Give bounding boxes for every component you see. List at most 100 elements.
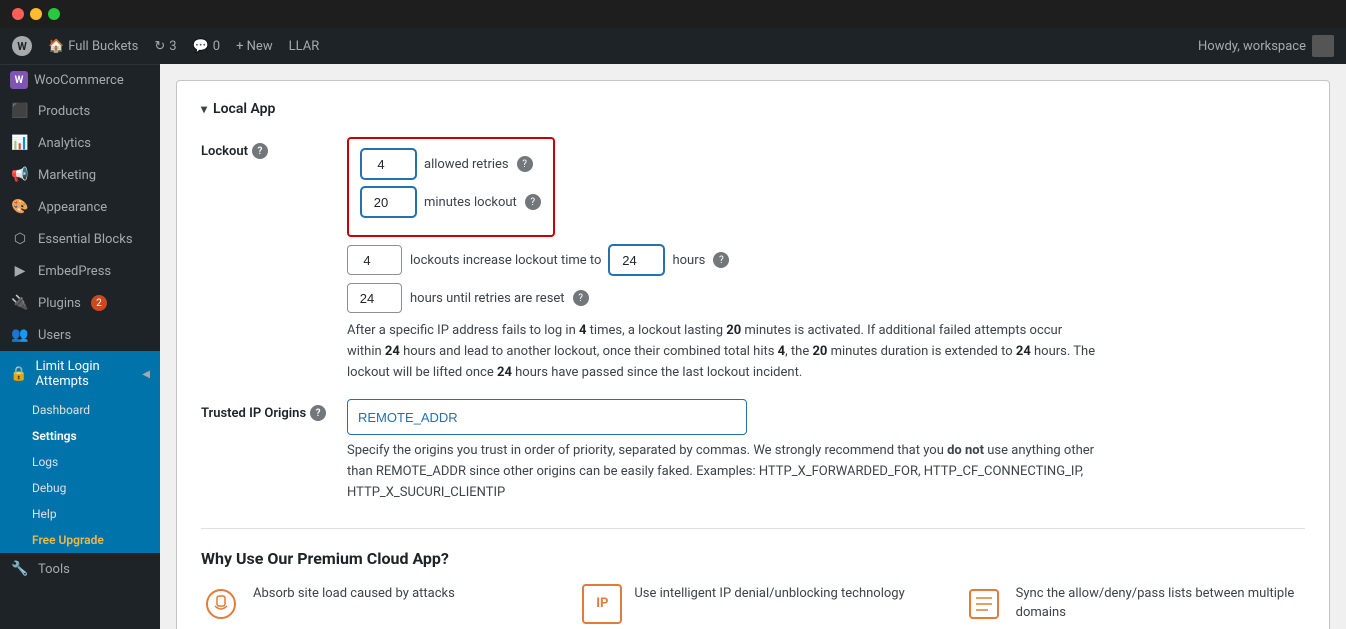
plugins-badge: 2 xyxy=(91,295,107,311)
update-count: 3 xyxy=(169,39,176,54)
sidebar-item-label: Essential Blocks xyxy=(38,232,133,247)
comments-icon: 💬 xyxy=(193,39,209,54)
products-icon: ⬛ xyxy=(10,103,30,119)
trusted-ip-help-icon[interactable]: ? xyxy=(310,405,326,421)
sidebar-item-embedpress[interactable]: ▶ EmbedPress xyxy=(0,255,160,287)
limit-login-icon: 🔒 xyxy=(10,366,27,382)
trusted-ip-input[interactable] xyxy=(347,399,747,435)
sidebar: W WooCommerce ⬛ Products 📊 Analytics 📢 M… xyxy=(0,64,160,629)
admin-bar-comments[interactable]: 💬 0 xyxy=(193,39,221,54)
home-icon: 🏠 xyxy=(48,39,64,54)
section-collapse-arrow[interactable]: ▾ xyxy=(201,102,207,116)
sidebar-item-label: Users xyxy=(38,328,71,343)
reset-help-icon[interactable]: ? xyxy=(573,290,589,306)
main-content: ▾ Local App Lockout ? allowed retries ? xyxy=(160,64,1346,629)
lockout-label: Lockout ? xyxy=(201,137,331,159)
close-dot[interactable] xyxy=(12,8,24,20)
maximize-dot[interactable] xyxy=(48,8,60,20)
lockouts-input[interactable] xyxy=(347,245,402,275)
settings-card: ▾ Local App Lockout ? allowed retries ? xyxy=(176,80,1330,629)
layout: W WooCommerce ⬛ Products 📊 Analytics 📢 M… xyxy=(0,64,1346,629)
sync-text: Sync the allow/deny/pass lists between m… xyxy=(1016,584,1305,623)
wp-logo[interactable]: W xyxy=(12,36,32,56)
sidebar-item-plugins[interactable]: 🔌 Plugins 2 xyxy=(0,287,160,319)
minutes-input[interactable] xyxy=(361,187,416,217)
embedpress-icon: ▶ xyxy=(10,263,30,279)
reset-hours-input[interactable] xyxy=(347,283,402,313)
sidebar-item-label: Analytics xyxy=(38,136,91,151)
admin-bar-llar[interactable]: LLAR xyxy=(289,39,320,54)
premium-section: Why Use Our Premium Cloud App? Absorb si… xyxy=(201,528,1305,624)
section-title: Local App xyxy=(213,101,275,117)
limit-login-submenu: Dashboard Settings Logs Debug Help Free … xyxy=(0,397,160,553)
retries-input[interactable] xyxy=(361,149,416,179)
reset-hours-label: hours until retries are reset xyxy=(410,291,565,306)
sidebar-item-label: EmbedPress xyxy=(38,264,111,279)
admin-bar-updates[interactable]: ↻ 3 xyxy=(154,39,176,54)
submenu-settings[interactable]: Settings xyxy=(0,423,160,449)
howdy-text: Howdy, workspace xyxy=(1198,39,1306,54)
section-header: ▾ Local App xyxy=(201,101,1305,117)
absorb-icon xyxy=(201,584,241,624)
sidebar-item-marketing[interactable]: 📢 Marketing xyxy=(0,159,160,191)
absorb-text: Absorb site load caused by attacks xyxy=(253,584,455,604)
updates-icon: ↻ xyxy=(154,39,165,54)
trusted-ip-row: Trusted IP Origins ? Specify the origins… xyxy=(201,399,1305,503)
sidebar-item-essential-blocks[interactable]: ⬡ Essential Blocks xyxy=(0,223,160,255)
lockout-controls: allowed retries ? minutes lockout ? lock… xyxy=(347,137,1305,383)
feature-sync: Sync the allow/deny/pass lists between m… xyxy=(964,584,1305,624)
retries-group: allowed retries ? xyxy=(361,149,541,179)
submenu-free-upgrade[interactable]: Free Upgrade xyxy=(0,527,160,553)
admin-bar-home[interactable]: 🏠 Full Buckets xyxy=(48,39,138,54)
hours-label: hours xyxy=(672,253,705,268)
submenu-dashboard[interactable]: Dashboard xyxy=(0,397,160,423)
sidebar-item-label: Appearance xyxy=(38,200,107,215)
lockout-row: Lockout ? allowed retries ? minutes lo xyxy=(201,137,1305,383)
sidebar-item-tools[interactable]: 🔧 Tools xyxy=(0,553,160,585)
analytics-icon: 📊 xyxy=(10,135,30,151)
sidebar-item-label: Limit Login Attempts xyxy=(35,359,134,389)
marketing-icon: 📢 xyxy=(10,167,30,183)
appearance-icon: 🎨 xyxy=(10,199,30,215)
lockouts-group: lockouts increase lockout time to hours … xyxy=(347,245,1305,275)
minutes-label: minutes lockout xyxy=(424,195,517,210)
minutes-help-icon[interactable]: ? xyxy=(525,194,541,210)
lockouts-label: lockouts increase lockout time to xyxy=(410,253,601,268)
submenu-help[interactable]: Help xyxy=(0,501,160,527)
essential-blocks-icon: ⬡ xyxy=(10,231,30,247)
submenu-logs[interactable]: Logs xyxy=(0,449,160,475)
woocommerce-label: WooCommerce xyxy=(34,73,124,88)
retries-help-icon[interactable]: ? xyxy=(517,156,533,172)
new-label: + New xyxy=(236,39,273,54)
trusted-ip-controls: Specify the origins you trust in order o… xyxy=(347,399,1305,503)
lockout-description: After a specific IP address fails to log… xyxy=(347,321,1097,383)
sidebar-item-label: Products xyxy=(38,104,90,119)
sidebar-item-users[interactable]: 👥 Users xyxy=(0,319,160,351)
avatar xyxy=(1312,35,1334,57)
howdy-section: Howdy, workspace xyxy=(1198,35,1334,57)
reset-group: hours until retries are reset ? xyxy=(347,283,1305,313)
feature-intelligent: IP Use intelligent IP denial/unblocking … xyxy=(582,584,923,624)
users-icon: 👥 xyxy=(10,327,30,343)
plugins-icon: 🔌 xyxy=(10,295,30,311)
sidebar-item-appearance[interactable]: 🎨 Appearance xyxy=(0,191,160,223)
sidebar-item-limit-login[interactable]: 🔒 Limit Login Attempts ◀ xyxy=(0,351,160,397)
ip-icon: IP xyxy=(582,584,622,624)
sidebar-item-analytics[interactable]: 📊 Analytics xyxy=(0,127,160,159)
llar-label: LLAR xyxy=(289,39,320,54)
feature-absorb: Absorb site load caused by attacks xyxy=(201,584,542,624)
admin-bar-new[interactable]: + New xyxy=(236,39,273,54)
submenu-debug[interactable]: Debug xyxy=(0,475,160,501)
sidebar-item-products[interactable]: ⬛ Products xyxy=(0,95,160,127)
lockout-help-icon[interactable]: ? xyxy=(252,143,268,159)
comments-count: 0 xyxy=(213,39,220,54)
hours-input[interactable] xyxy=(609,245,664,275)
woo-icon: W xyxy=(10,71,28,89)
sync-icon xyxy=(964,584,1004,624)
lockout-highlight-box: allowed retries ? minutes lockout ? xyxy=(347,137,555,237)
sidebar-item-label: Marketing xyxy=(38,168,96,183)
minimize-dot[interactable] xyxy=(30,8,42,20)
woocommerce-header[interactable]: W WooCommerce xyxy=(0,64,160,95)
hours-help-icon[interactable]: ? xyxy=(713,252,729,268)
trusted-ip-label: Trusted IP Origins ? xyxy=(201,399,331,421)
